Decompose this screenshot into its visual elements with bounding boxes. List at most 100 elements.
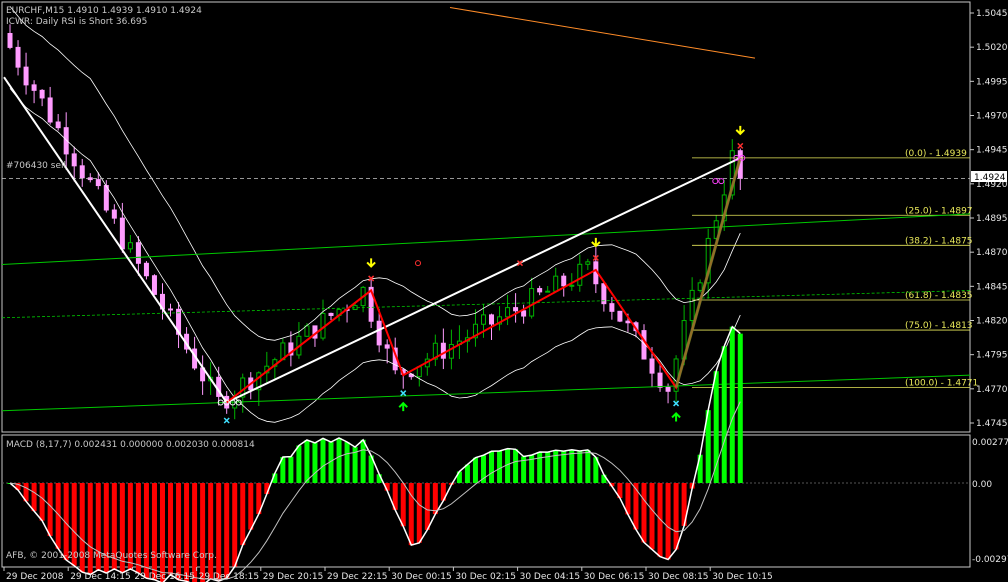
macd-main-line [9,325,741,582]
candle-body [15,46,21,68]
candle-body [95,179,101,187]
candle-body [440,342,446,359]
macd-histogram-bar [288,456,294,483]
macd-tick-bottom: -0.00297 [972,555,1008,565]
candle-body [521,310,527,317]
macd-plot [2,325,970,582]
candle-body [376,320,382,346]
candle-body [71,153,77,167]
candle-body [79,165,85,179]
candle-body [328,312,334,316]
lower-band-line [9,88,741,423]
circle-marker-icon [712,178,719,185]
macd-tick-top: 0.00277 [972,438,1008,448]
time-tick-label: 30 Dec 06:15 [584,572,645,582]
candle-body [55,121,61,129]
orange-trend-line [449,7,756,59]
time-axis: 29 Dec 2008 29 Dec 14:15 29 Dec 16:15 29 De… [3,567,773,582]
macd-histogram-bar [216,483,222,582]
price-tick-label: 1.4970 [976,112,1008,122]
macd-histogram-bar [224,483,230,578]
macd-histogram-bar [360,439,366,483]
candle-body [127,242,133,250]
arrow-down-yellow-icon [366,258,376,268]
macd-histogram-bar [585,449,591,483]
candle-body [617,310,623,322]
symbol-header: EURCHF,M15 1.4910 1.4939 1.4910 1.4924 [6,6,202,16]
time-tick-label: 30 Dec 08:15 [648,572,709,582]
candle-body [31,84,37,91]
macd-histogram-bar [304,439,310,483]
time-tick-label: 29 Dec 18:15 [199,572,260,582]
macd-histogram-bar [320,438,326,483]
macd-histogram-bar [232,483,238,567]
macd-histogram-bar [729,326,735,483]
macd-histogram-bar [240,483,246,546]
candle-body [111,209,117,219]
channel-lower-line [1,374,971,412]
price-tick-label: 1.5045 [976,9,1008,19]
candle-body [529,288,535,317]
candle-body [569,284,575,287]
time-tick-label: 30 Dec 10:15 [712,572,773,582]
macd-histogram-bar [151,483,157,580]
arrow-up-green-icon [671,412,681,422]
candle-body [561,275,567,287]
macd-histogram-bar [336,438,342,483]
fib-level-label: (0.0) - 1.4939 [905,149,967,159]
arrow-down-yellow-icon [735,125,745,136]
cross-cyan-icon [223,417,230,424]
macd-histogram-bar [424,483,430,530]
macd-histogram-bar [176,483,182,580]
macd-histogram-bar [737,333,743,483]
chart-canvas[interactable]: (0.0) - 1.4939(25.0) - 1.4897(38.2) - 1.… [0,0,1008,582]
fib-level-label: (75.0) - 1.4813 [905,321,973,331]
macd-tick-zero: 0.00 [972,480,992,490]
macd-histogram-bar [489,451,495,483]
cross-cyan-icon [400,390,407,397]
candle-body [480,314,486,325]
fib-level-label: (38.2) - 1.4875 [905,236,973,246]
candle-body [47,97,53,123]
price-tick-label: 1.4820 [976,317,1008,327]
candle-body [505,307,511,318]
candle-body [119,217,125,250]
price-tick-label: 1.4845 [976,282,1008,292]
macd-histogram-bar [673,483,679,550]
macd-histogram-bar [248,483,254,530]
circle-marker-icon [718,178,725,185]
candle-body [649,358,655,374]
macd-histogram-bar [569,449,575,483]
macd-histogram-bar [649,483,655,550]
current-price-label: 1.4924 [974,173,1006,183]
macd-histogram-bar [641,483,647,543]
time-tick-label: 29 Dec 2008 [6,572,64,582]
candle-body [513,307,519,312]
candle-body [625,320,631,324]
price-tick-label: 1.5020 [976,43,1008,53]
fib-level-label: (61.8) - 1.4835 [905,291,973,301]
time-tick-label: 30 Dec 02:15 [455,572,516,582]
candle-body [168,308,174,311]
macd-histogram-bar [159,483,165,582]
macd-histogram-bar [39,483,45,521]
macd-histogram-bar [497,450,503,483]
macd-histogram-bar [200,483,206,582]
price-tick-label: 1.4995 [976,77,1008,87]
fib-level-label: (100.0) - 1.4771 [905,378,978,388]
price-tick-label: 1.4770 [976,385,1008,395]
time-tick-label: 29 Dec 16:15 [134,572,195,582]
macd-histogram-bar [432,483,438,515]
candle-body [545,290,551,293]
price-tick-label: 1.4795 [976,351,1008,361]
time-tick-label: 29 Dec 22:15 [327,572,388,582]
candle-body [537,288,543,293]
indicator-header: ICWR: Daily RSI is Short 36.695 [6,17,147,27]
candle-body [609,303,615,312]
macd-histogram-bar [312,442,318,483]
time-tick-label: 29 Dec 20:15 [263,572,324,582]
macd-histogram-bar [296,445,302,483]
price-axis: 1.50451.50201.49951.49701.49451.49201.48… [970,9,1008,429]
macd-histogram-bar [537,451,543,483]
main-plot: (0.0) - 1.4939(25.0) - 1.4897(38.2) - 1.… [1,6,978,424]
